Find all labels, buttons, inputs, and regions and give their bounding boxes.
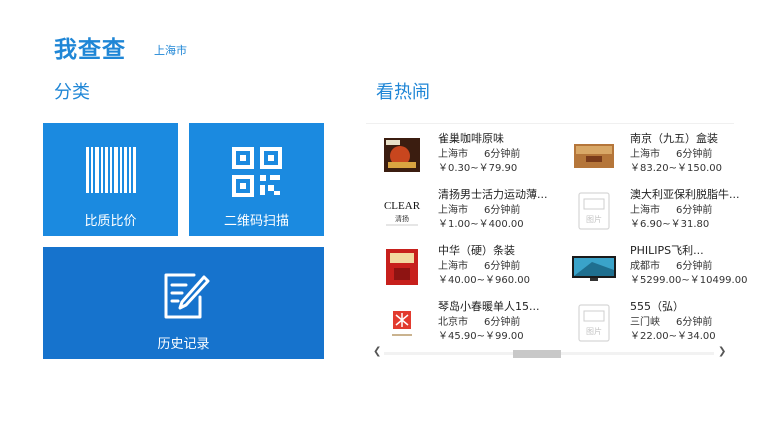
item-price: ￥22.00~￥34.00 <box>630 331 716 342</box>
item-location: 上海市 <box>438 149 468 160</box>
app-title: 我查查 <box>54 37 126 63</box>
item-location: 北京市 <box>438 317 468 328</box>
item-price: ￥45.90~￥99.00 <box>438 331 524 342</box>
hot-items-panel: 雀巢咖啡原味 上海市 6分钟前 ￥0.30~￥79.90 南京（九五）盒装 上海… <box>366 123 747 361</box>
item-name: 中华（硬）条装 <box>438 244 515 257</box>
item-price: ￥40.00~￥960.00 <box>438 275 530 286</box>
clear-brand-thumbnail: CLEAR 清扬 <box>380 192 424 230</box>
item-time: 6分钟前 <box>484 205 521 216</box>
qr-scan-tile-label: 二维码扫描 <box>223 214 289 229</box>
item-location: 三门峡 <box>630 317 660 328</box>
hot-item-nanjing[interactable]: 南京（九五）盒装 上海市 6分钟前 ￥83.20~￥150.00 <box>572 130 750 182</box>
placeholder-image-icon: 图片 <box>578 304 610 342</box>
item-price: ￥5299.00~￥10499.00 <box>630 275 748 286</box>
hot-item-zhonghua[interactable]: 中华（硬）条装 上海市 6分钟前 ￥40.00~￥960.00 <box>380 242 558 294</box>
edit-note-icon <box>164 273 210 319</box>
coffee-thumbnail <box>384 138 420 172</box>
item-time: 6分钟前 <box>676 149 713 160</box>
item-time: 6分钟前 <box>484 317 521 328</box>
qindao-logo-thumbnail <box>380 304 424 342</box>
item-time: 6分钟前 <box>676 261 713 272</box>
compare-tile[interactable]: 比质比价 <box>43 123 178 236</box>
hot-item-philips[interactable]: PHILIPS飞利... 成都市 6分钟前 ￥5299.00~￥10499.00 <box>572 242 750 294</box>
scroll-left-arrow-icon[interactable]: ❮ <box>373 346 381 357</box>
item-location: 上海市 <box>438 261 468 272</box>
item-name: PHILIPS飞利... <box>630 244 704 257</box>
hot-item-clear[interactable]: CLEAR 清扬 清扬男士活力运动薄... 上海市 6分钟前 ￥1.00~￥40… <box>380 186 558 238</box>
scroll-right-arrow-icon[interactable]: ❯ <box>718 346 726 357</box>
item-name: 清扬男士活力运动薄... <box>438 188 548 201</box>
item-location: 上海市 <box>630 149 660 160</box>
item-price: ￥83.20~￥150.00 <box>630 163 722 174</box>
barcode-icon <box>86 147 136 193</box>
qr-scan-tile[interactable]: 二维码扫描 <box>189 123 324 236</box>
hot-item-555[interactable]: 图片 555（弘） 三门峡 6分钟前 ￥22.00~￥34.00 <box>572 298 750 350</box>
placeholder-text: 图片 <box>586 326 602 336</box>
compare-tile-label: 比质比价 <box>84 214 137 229</box>
item-time: 6分钟前 <box>676 205 713 216</box>
cigarette-box-thumbnail <box>574 144 614 168</box>
placeholder-text: 图片 <box>586 214 602 224</box>
horizontal-scrollbar-thumb[interactable] <box>513 350 561 358</box>
hot-item-coffee[interactable]: 雀巢咖啡原味 上海市 6分钟前 ￥0.30~￥79.90 <box>380 130 558 182</box>
clear-cn-text: 清扬 <box>395 214 409 223</box>
item-location: 上海市 <box>630 205 660 216</box>
item-price: ￥1.00~￥400.00 <box>438 219 524 230</box>
tv-thumbnail <box>572 256 616 281</box>
item-location: 成都市 <box>630 261 660 272</box>
hot-item-qindao[interactable]: 琴岛小春暖单人15... 北京市 6分钟前 ￥45.90~￥99.00 <box>380 298 558 350</box>
hot-item-milk[interactable]: 图片 澳大利亚保利脱脂牛... 上海市 6分钟前 ￥6.90~￥31.80 <box>572 186 750 238</box>
history-tile-label: 历史记录 <box>157 337 210 352</box>
item-price: ￥6.90~￥31.80 <box>630 219 710 230</box>
item-price: ￥0.30~￥79.90 <box>438 163 518 174</box>
zhonghua-pack-thumbnail <box>386 249 418 285</box>
placeholder-image-icon: 图片 <box>578 192 610 230</box>
item-name: 南京（九五）盒装 <box>630 132 718 145</box>
current-city[interactable]: 上海市 <box>154 42 187 58</box>
clear-logo-text: CLEAR <box>384 200 421 212</box>
history-tile[interactable]: 历史记录 <box>43 247 324 359</box>
hot-heading: 看热闹 <box>376 82 430 103</box>
item-name: 雀巢咖啡原味 <box>438 132 504 145</box>
categories-heading: 分类 <box>54 82 90 103</box>
item-time: 6分钟前 <box>676 317 713 328</box>
qr-code-icon <box>232 147 282 197</box>
item-time: 6分钟前 <box>484 149 521 160</box>
item-time: 6分钟前 <box>484 261 521 272</box>
item-name: 琴岛小春暖单人15... <box>438 300 540 313</box>
item-name: 澳大利亚保利脱脂牛... <box>630 188 740 201</box>
item-location: 上海市 <box>438 205 468 216</box>
item-name: 555（弘） <box>630 300 684 313</box>
